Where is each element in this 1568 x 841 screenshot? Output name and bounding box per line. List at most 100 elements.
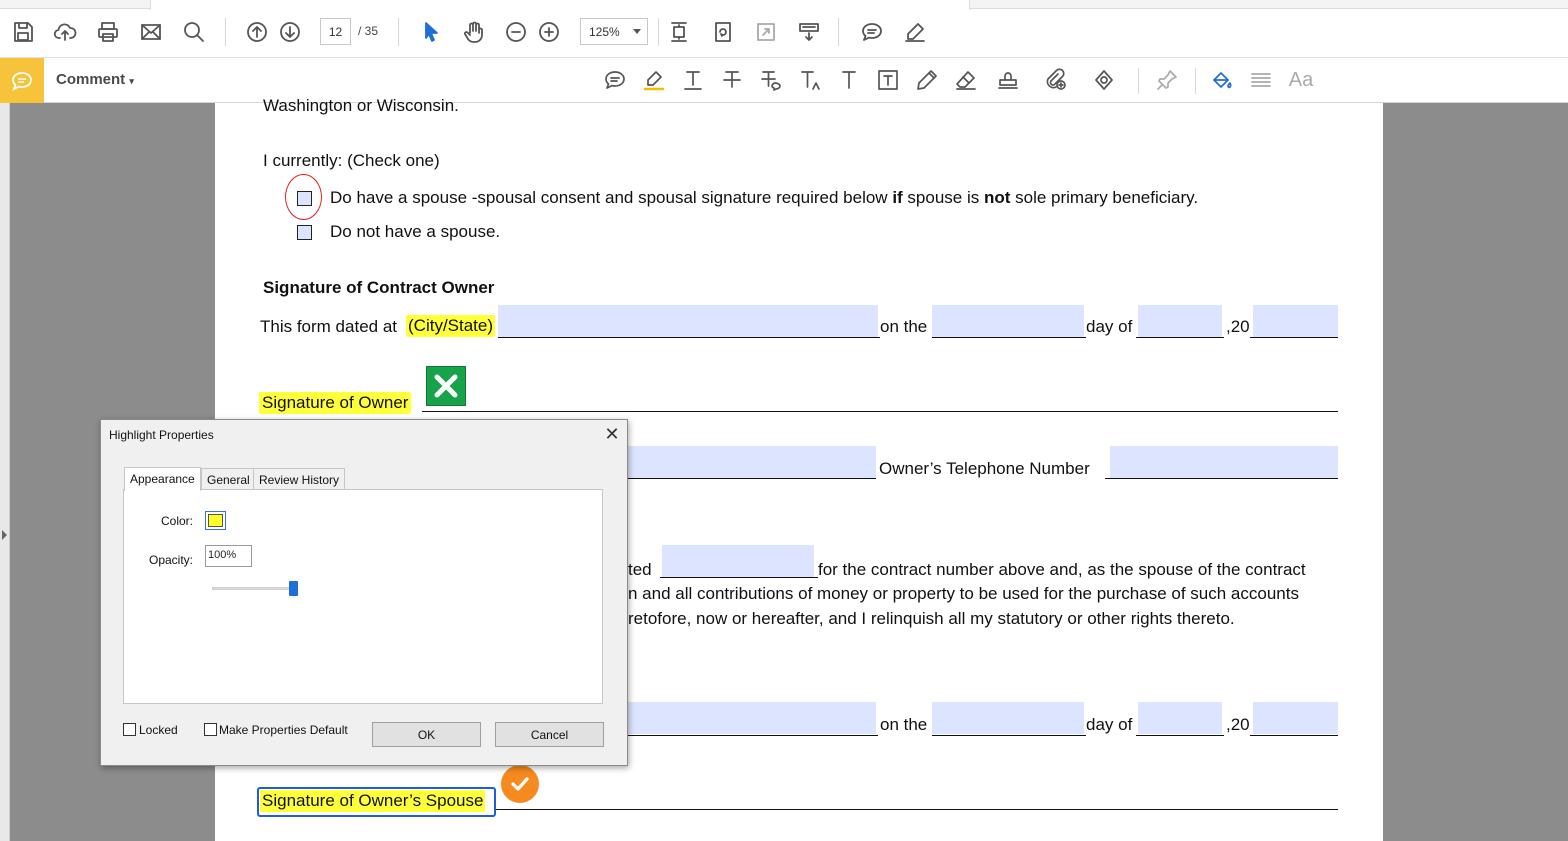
day-of-label-2: day of [1086, 715, 1133, 734]
make-default-label: Make Properties Default [219, 723, 348, 737]
color-picker[interactable] [205, 511, 226, 530]
year-field-2[interactable] [1253, 702, 1338, 734]
strikethrough-icon[interactable] [715, 64, 749, 96]
owner-phone-field[interactable] [1110, 446, 1338, 478]
tab-strip [0, 0, 1568, 10]
dated-at-label: This form dated at [260, 317, 398, 336]
left-panel-gutter[interactable] [0, 103, 10, 841]
font-icon[interactable]: Aa [1284, 64, 1318, 96]
month-field[interactable] [1138, 305, 1222, 337]
section-heading: Signature of Contract Owner [263, 278, 495, 297]
rotate-icon[interactable] [706, 15, 740, 49]
caret-down-icon: ▾ [129, 76, 134, 86]
appearance-panel [123, 489, 603, 704]
color-swatch [208, 514, 223, 527]
stamp-icon[interactable] [991, 64, 1025, 96]
owner-address-field[interactable] [626, 446, 876, 478]
add-text-icon[interactable] [832, 64, 866, 96]
insert-text-icon[interactable] [793, 64, 827, 96]
comment-menu-label: Comment [56, 71, 126, 88]
highlight-properties-dialog: Highlight Properties ✕ Appearance Genera… [100, 419, 628, 766]
cancel-button[interactable]: Cancel [495, 722, 604, 747]
consent-text-2: n and all contributions of money or prop… [628, 584, 1299, 603]
document-tab[interactable] [150, 0, 970, 10]
selected-annotation-outline[interactable] [257, 787, 496, 817]
on-the-label-2: on the [880, 715, 928, 734]
hand-icon[interactable] [457, 15, 491, 49]
expand-panel-icon[interactable] [2, 530, 7, 540]
chevron-down-icon [633, 29, 641, 34]
upload-icon[interactable] [48, 15, 82, 49]
line-width-icon[interactable] [1244, 64, 1278, 96]
sticky-note-icon[interactable] [598, 64, 632, 96]
color-label: Color: [161, 514, 194, 528]
close-icon[interactable]: ✕ [601, 424, 623, 444]
checkbox-no-spouse[interactable] [297, 225, 312, 240]
zoom-out-icon[interactable] [499, 15, 533, 49]
consent-text-1b: for the contract number above and, as th… [818, 560, 1306, 579]
dialog-title: Highlight Properties [109, 428, 214, 442]
check-prompt: I currently: (Check one) [263, 151, 440, 170]
owner-phone-label: Owner’s Telephone Number [879, 459, 1090, 478]
checkbox-have-spouse[interactable] [297, 191, 312, 206]
city-state-highlight[interactable]: (City/State) [406, 315, 496, 337]
consent-date-field[interactable] [662, 545, 814, 577]
signature-owner-highlight[interactable]: Signature of Owner [259, 392, 412, 414]
on-the-label: on the [880, 317, 928, 336]
opacity-input[interactable]: 100% [205, 545, 252, 567]
spouse-city-field[interactable] [626, 702, 876, 734]
day-of-label: day of [1086, 317, 1133, 336]
tab-appearance[interactable]: Appearance [124, 467, 201, 491]
ok-button[interactable]: OK [372, 722, 481, 747]
zoom-select[interactable]: 125% [580, 18, 648, 45]
replace-text-icon[interactable] [754, 64, 788, 96]
month-field-2[interactable] [1138, 702, 1222, 734]
text-box-icon[interactable] [871, 64, 905, 96]
fullscreen-icon[interactable] [749, 15, 783, 49]
attach-file-icon[interactable] [1039, 64, 1073, 96]
select-arrow-icon[interactable] [414, 15, 448, 49]
day-field-2[interactable] [932, 702, 1084, 734]
day-field[interactable] [932, 305, 1084, 337]
page-total: / 35 [358, 24, 379, 38]
make-default-checkbox[interactable] [204, 723, 217, 736]
tab-review-history[interactable]: Review History [253, 468, 346, 490]
consent-text-3: retofore, now or hereafter, and I relinq… [628, 609, 1235, 628]
pencil-icon[interactable] [910, 64, 944, 96]
cross-mark-icon[interactable] [426, 366, 466, 406]
underline-icon[interactable] [676, 64, 710, 96]
page-number-input[interactable]: 12 [320, 18, 351, 45]
comment-badge[interactable] [0, 58, 44, 103]
page-up-icon[interactable] [240, 15, 274, 49]
comment-menu[interactable]: Comment ▾ [56, 71, 134, 88]
pen-icon[interactable] [898, 15, 932, 49]
locked-checkbox[interactable] [123, 723, 136, 736]
comment-icon[interactable] [855, 15, 889, 49]
scroll-mode-icon[interactable] [792, 15, 826, 49]
consent-text-1a: ted [628, 560, 652, 579]
zoom-value: 125% [589, 25, 620, 39]
pin-icon[interactable] [1150, 64, 1184, 96]
opacity-slider[interactable] [212, 587, 294, 590]
city-state-field[interactable] [498, 305, 878, 337]
page-down-icon[interactable] [273, 15, 307, 49]
opacity-slider-handle[interactable] [288, 581, 298, 596]
year-field[interactable] [1253, 305, 1338, 337]
check-mark-icon[interactable] [501, 765, 539, 803]
fit-page-icon[interactable] [662, 15, 696, 49]
year-prefix-label: ,20 [1226, 317, 1250, 336]
opacity-label: Opacity: [149, 553, 194, 567]
email-icon[interactable] [134, 15, 168, 49]
save-icon[interactable] [6, 15, 40, 49]
eraser-icon[interactable] [949, 64, 983, 96]
search-icon[interactable] [177, 15, 211, 49]
shapes-icon[interactable] [1087, 64, 1121, 96]
tab-general[interactable]: General [201, 468, 256, 490]
highlight-icon[interactable] [637, 64, 671, 96]
zoom-in-icon[interactable] [532, 15, 566, 49]
fill-color-icon[interactable] [1205, 64, 1239, 96]
locked-label: Locked [139, 723, 178, 737]
print-icon[interactable] [91, 15, 125, 49]
year-prefix-label-2: ,20 [1226, 715, 1250, 734]
comment-bubble-icon [12, 71, 32, 91]
